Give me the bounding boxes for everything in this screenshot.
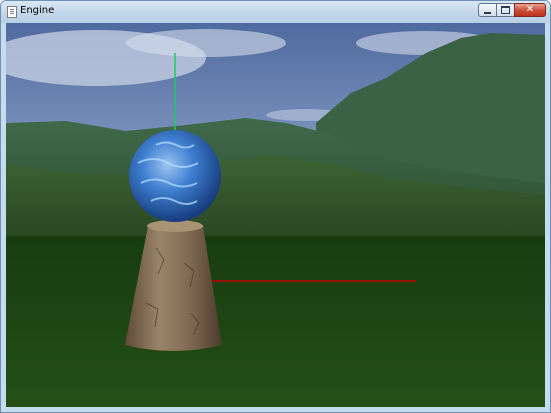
scene-render	[6, 23, 545, 407]
window-controls: ✕	[478, 3, 546, 19]
app-icon	[7, 6, 17, 18]
ground-plane	[6, 236, 545, 407]
app-window: Engine ✕	[0, 0, 551, 413]
close-icon: ✕	[525, 4, 535, 15]
minimize-button[interactable]	[478, 3, 496, 17]
minimize-icon	[484, 11, 491, 14]
close-button[interactable]: ✕	[514, 3, 546, 17]
title-bar[interactable]: Engine ✕	[1, 1, 550, 23]
cloud	[126, 29, 286, 57]
maximize-icon	[501, 6, 510, 14]
3d-viewport[interactable]	[6, 23, 545, 407]
maximize-button[interactable]	[496, 3, 514, 17]
window-title: Engine	[20, 5, 55, 16]
